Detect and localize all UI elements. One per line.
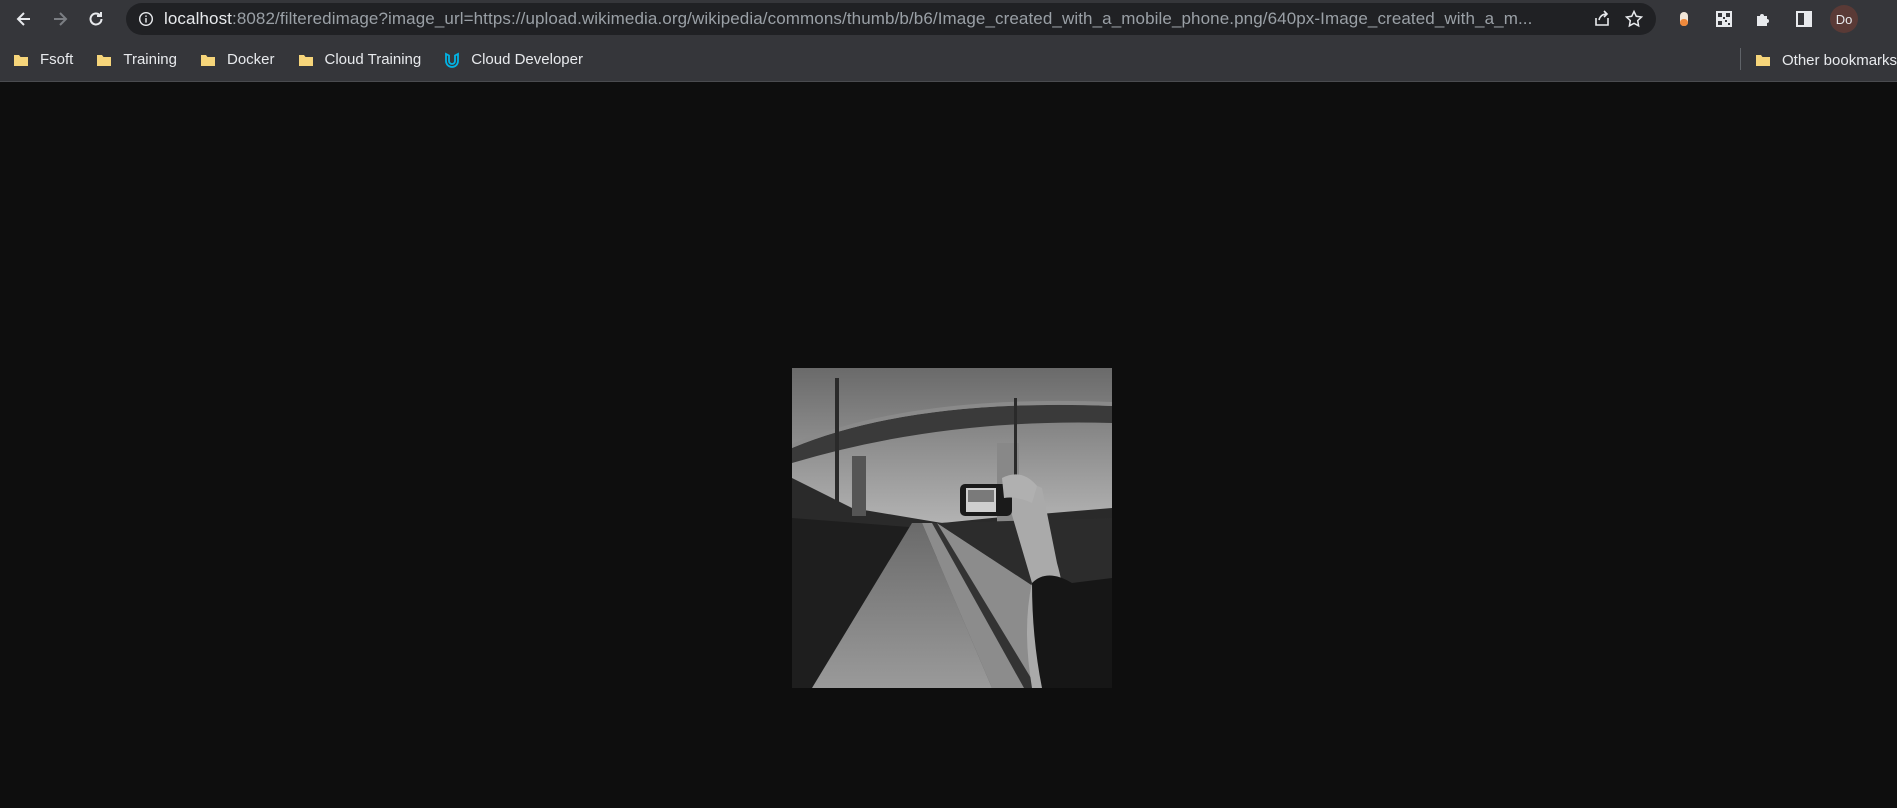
info-icon: [138, 11, 154, 27]
share-button[interactable]: [1586, 3, 1618, 35]
qr-code-button[interactable]: [1708, 3, 1740, 35]
extension-pill-icon: [1680, 12, 1688, 26]
profile-avatar: Do: [1830, 5, 1858, 33]
bookmark-docker[interactable]: Docker: [189, 46, 285, 74]
bookmarks-bar: Fsoft Training Docker Cloud Training Clo…: [0, 38, 1897, 82]
profile-button[interactable]: Do: [1828, 3, 1860, 35]
back-button[interactable]: [8, 3, 40, 35]
folder-icon: [1756, 55, 1770, 66]
forward-arrow-icon: [54, 12, 68, 26]
extensions-button[interactable]: [1748, 3, 1780, 35]
url-path: :8082/filteredimage?image_url=https://up…: [232, 9, 1533, 28]
page-viewport: [0, 83, 1897, 808]
extension-button-1[interactable]: [1668, 3, 1700, 35]
star-icon: [1624, 9, 1644, 28]
extensions-area: Do: [1668, 3, 1860, 35]
other-bookmarks-label: Other bookmarks: [1782, 51, 1897, 69]
folder-icon: [200, 54, 215, 66]
browser-toolbar: localhost:8082/filteredimage?image_url=h…: [0, 0, 1897, 38]
address-bar[interactable]: localhost:8082/filteredimage?image_url=h…: [126, 3, 1656, 35]
url-host: localhost: [164, 9, 232, 28]
bookmark-label: Training: [123, 51, 177, 68]
bookmarks-separator: [1740, 48, 1741, 70]
bookmark-label: Cloud Training: [324, 51, 422, 68]
bookmark-fsoft[interactable]: Fsoft: [2, 46, 83, 74]
side-panel-button[interactable]: [1788, 3, 1820, 35]
other-bookmarks[interactable]: Other bookmarks: [1748, 38, 1897, 82]
bookmark-cloud-training[interactable]: Cloud Training: [287, 46, 432, 74]
bookmark-label: Docker: [226, 51, 275, 68]
url-text[interactable]: localhost:8082/filteredimage?image_url=h…: [164, 9, 1586, 29]
reload-button[interactable]: [80, 3, 112, 35]
back-arrow-icon: [16, 12, 30, 26]
puzzle-icon: [1757, 14, 1769, 26]
bookmark-cloud-developer[interactable]: Cloud Developer: [433, 46, 593, 74]
folder-icon: [97, 54, 112, 66]
udacity-icon: [445, 52, 460, 68]
forward-button[interactable]: [44, 3, 76, 35]
bookmark-label: Cloud Developer: [471, 51, 583, 68]
side-panel-icon: [1796, 11, 1812, 27]
bookmark-label: Fsoft: [40, 51, 74, 68]
reload-icon: [89, 12, 103, 26]
qr-code-icon: [1716, 11, 1732, 27]
filtered-image: [792, 368, 1112, 688]
folder-icon: [298, 54, 313, 66]
site-info-button[interactable]: [132, 5, 160, 33]
bookmark-training[interactable]: Training: [85, 46, 187, 74]
grayscale-photo-illustration: [792, 368, 1112, 688]
share-icon: [1595, 10, 1609, 26]
bookmark-star-button[interactable]: [1618, 3, 1650, 35]
folder-icon: [14, 54, 28, 66]
